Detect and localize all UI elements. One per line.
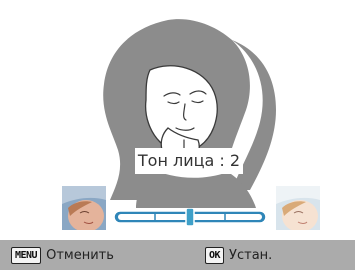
slider-tick bbox=[224, 213, 226, 221]
face-tone-light-icon bbox=[62, 186, 106, 230]
slider-handle bbox=[185, 208, 195, 226]
face-tone-bright-icon bbox=[276, 186, 320, 230]
ok-softkey[interactable]: OK Устан. bbox=[205, 246, 272, 264]
softkey-bar: MENU Отменить OK Устан. bbox=[0, 240, 355, 270]
tone-value-label: Тон лица : 2 bbox=[135, 148, 243, 174]
tone-slider[interactable] bbox=[112, 208, 268, 226]
cancel-label: Отменить bbox=[46, 247, 114, 263]
cancel-softkey[interactable]: MENU Отменить bbox=[11, 246, 114, 264]
face-tone-screen: Тон лица : 2 MENU Отменить OK Устан. bbox=[0, 0, 355, 270]
menu-key-icon: MENU bbox=[11, 246, 42, 264]
ok-label: Устан. bbox=[229, 247, 273, 263]
slider-tick bbox=[154, 213, 156, 221]
ok-key-icon: OK bbox=[205, 246, 225, 264]
